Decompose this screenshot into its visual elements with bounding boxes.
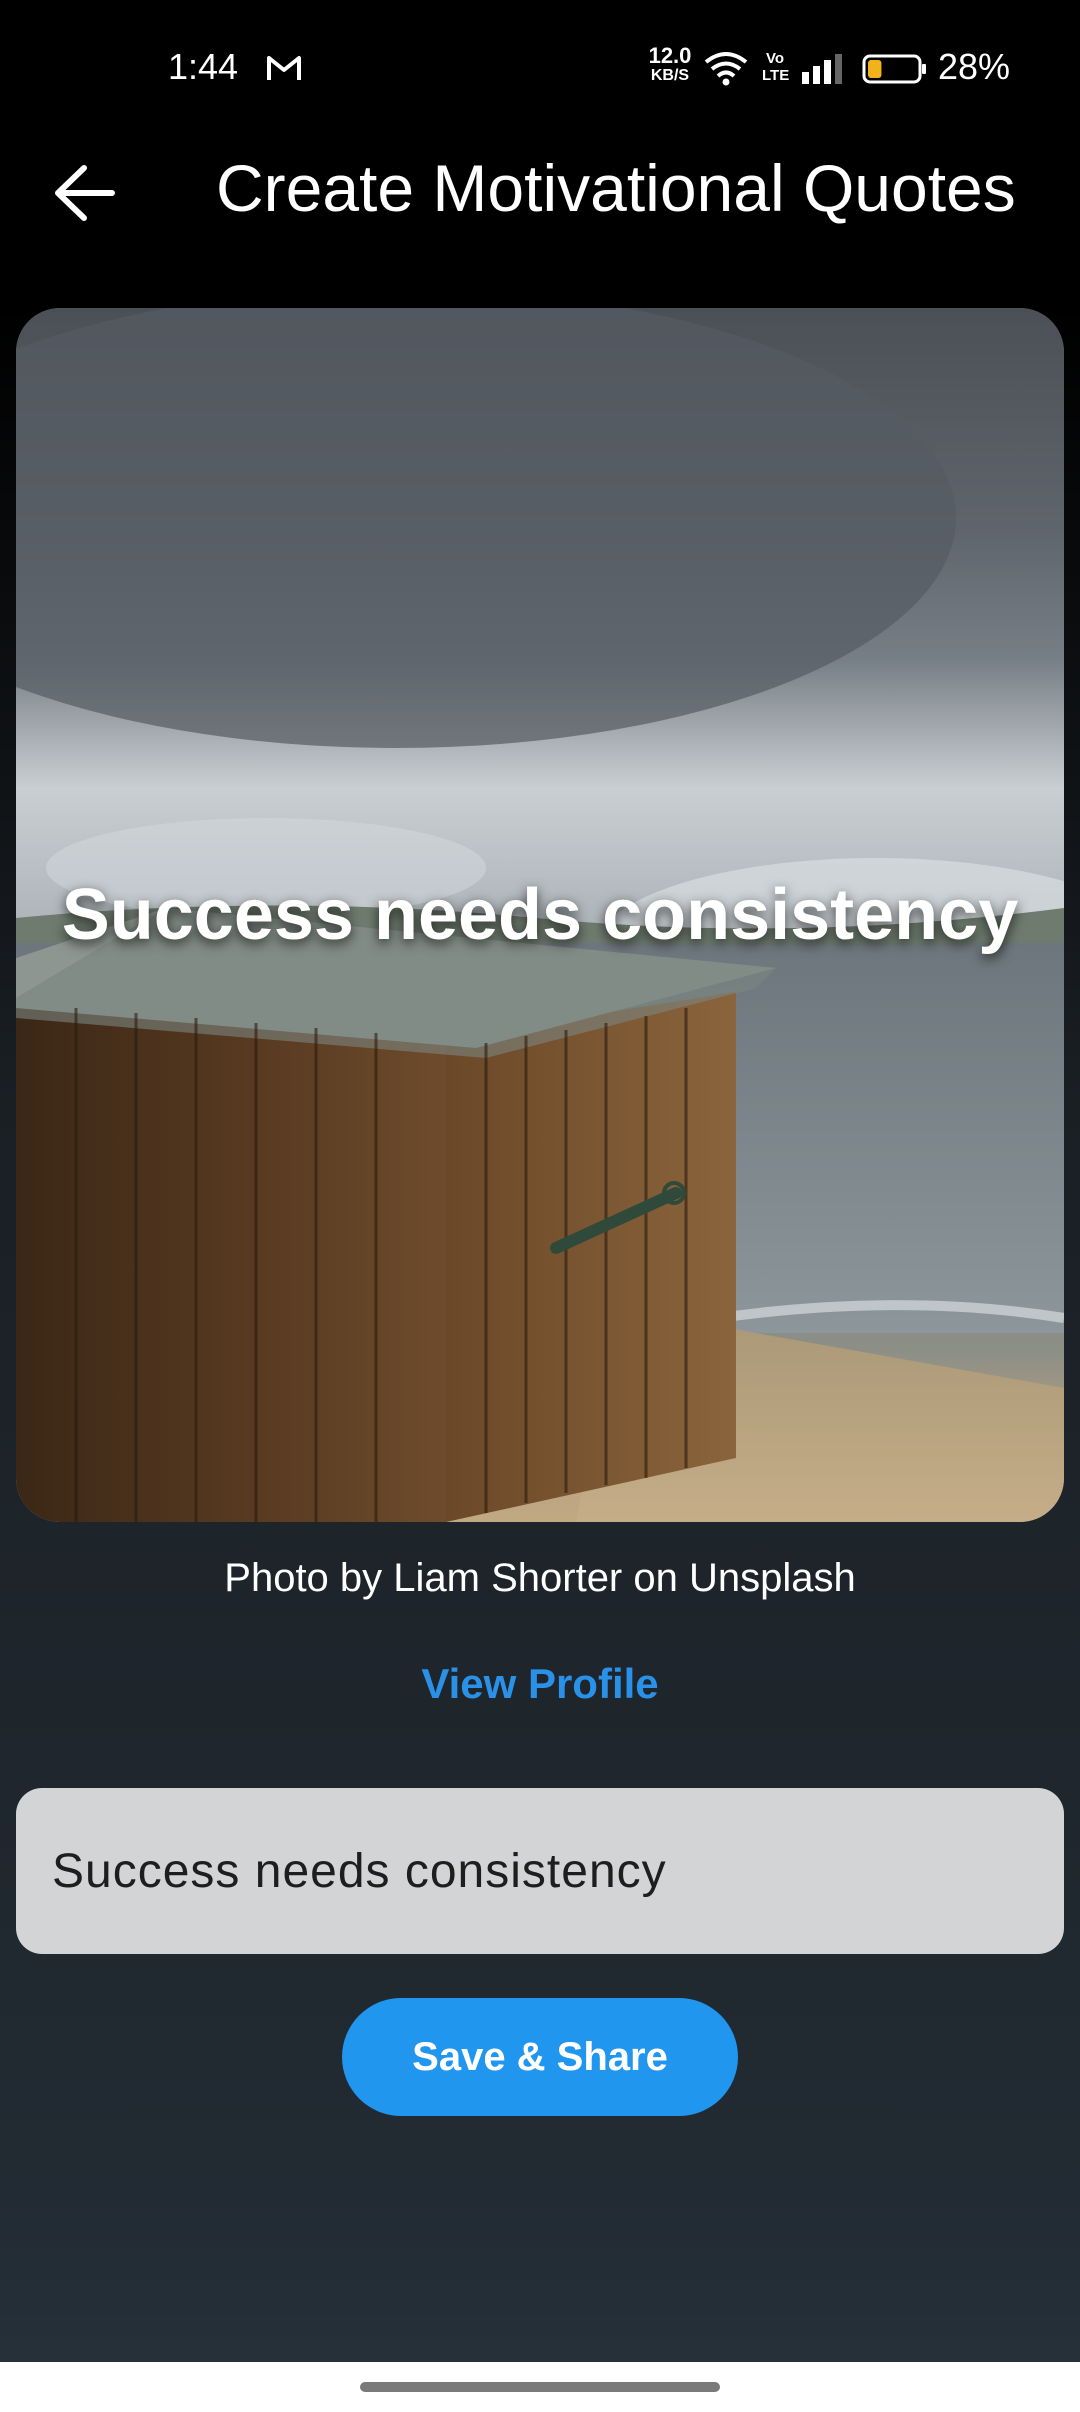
battery-icon <box>862 54 926 84</box>
status-time: 1:44 <box>168 46 239 87</box>
network-speed-unit: KB/S <box>650 67 690 84</box>
view-profile-link[interactable]: View Profile <box>0 1660 1080 1708</box>
wifi-icon <box>704 52 748 86</box>
photo-credit: Photo by Liam Shorter on Unsplash <box>224 1556 856 1600</box>
battery-percent: 28% <box>938 46 1011 87</box>
gmail-icon <box>267 56 301 80</box>
quote-image-preview: Success needs consistency <box>16 308 1064 1522</box>
signal-icon <box>802 54 842 84</box>
volte-icon: Vo LTE <box>762 50 790 84</box>
overlay-quote-text: Success needs consistency <box>61 875 1019 955</box>
network-speed-value: 12.0 <box>648 43 692 68</box>
network-speed: 12.0 KB/S <box>642 43 698 86</box>
home-indicator[interactable] <box>360 2382 720 2392</box>
quote-text-input[interactable] <box>16 1788 1064 1954</box>
arrow-left-icon[interactable] <box>50 162 120 224</box>
gesture-nav-bar <box>0 2362 1080 2412</box>
save-share-button[interactable]: Save & Share <box>342 1998 738 2116</box>
page-title: Create Motivational Quotes <box>216 151 1016 225</box>
status-bar: 1:44 12.0 KB/S Vo LTE 28% <box>0 0 1080 140</box>
